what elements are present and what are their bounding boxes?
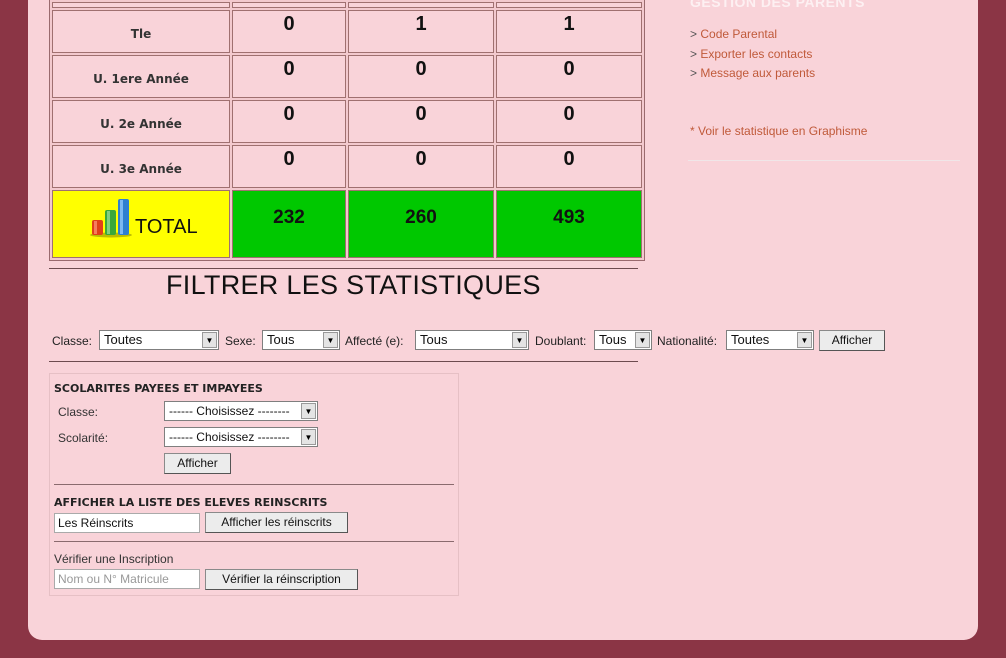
chevron-down-icon: ▼ — [635, 332, 650, 348]
sidebar-link-label: Exporter les contacts — [700, 47, 813, 61]
bar-chart-icon — [90, 199, 132, 238]
total-value: 260 — [348, 190, 494, 258]
doublant-label: Doublant: — [535, 334, 587, 348]
row-label: U. 3e Année — [52, 145, 230, 188]
table-row: U. 2e Année 0 0 0 — [52, 100, 642, 143]
nationalite-label: Nationalité: — [657, 334, 718, 348]
cell-value: 1 — [348, 10, 494, 53]
stats-table: Tle 0 1 1 U. 1ere Année 0 0 0 U. 2e Anné… — [49, 0, 645, 261]
chevron-down-icon: ▼ — [301, 403, 316, 419]
cell-value: 0 — [496, 55, 642, 98]
cell-value: 0 — [232, 10, 346, 53]
doublant-select[interactable]: Tous ▼ — [594, 330, 652, 350]
arrow-icon: > — [690, 27, 698, 41]
total-row: TOTAL 232 260 493 — [52, 190, 642, 258]
chevron-down-icon: ▼ — [301, 429, 316, 445]
table-row — [52, 2, 642, 8]
total-label: TOTAL — [135, 216, 198, 239]
matricule-input[interactable]: Nom ou N° Matricule — [54, 569, 200, 589]
scolarite-classe-select[interactable]: ------ Choisissez -------- ▼ — [164, 401, 318, 421]
filter-submit-button[interactable]: Afficher — [819, 330, 885, 351]
sidebar-link-label: Message aux parents — [700, 66, 816, 80]
sidebar-link-label: Code Parental — [700, 27, 778, 41]
reinscrits-title: AFFICHER LA LISTE DES ELEVES REINSCRITS — [54, 496, 328, 509]
table-row: U. 3e Année 0 0 0 — [52, 145, 642, 188]
sexe-label: Sexe: — [225, 334, 256, 348]
select-value: ------ Choisissez -------- — [169, 404, 290, 418]
chevron-down-icon: ▼ — [797, 332, 812, 348]
cell-value: 0 — [348, 145, 494, 188]
scolarite-submit-button[interactable]: Afficher — [164, 453, 231, 474]
select-value: Tous — [267, 332, 295, 347]
sidebar-link-code-parental[interactable]: > Code Parental — [690, 27, 777, 41]
divider — [49, 361, 638, 362]
scolarite-classe-label: Classe: — [58, 405, 99, 419]
cell-value: 0 — [348, 55, 494, 98]
sidebar-link-graph-stats[interactable]: * Voir le statistique en Graphisme — [690, 124, 867, 138]
verify-reinscription-button[interactable]: Vérifier la réinscription — [205, 569, 358, 590]
arrow-icon: > — [690, 47, 698, 61]
row-label: U. 1ere Année — [52, 55, 230, 98]
divider — [54, 484, 454, 485]
sexe-select[interactable]: Tous ▼ — [262, 330, 340, 350]
show-reinscrits-button[interactable]: Afficher les réinscrits — [205, 512, 348, 533]
nationalite-select[interactable]: Toutes ▼ — [726, 330, 814, 350]
scolarite-type-label: Scolarité: — [58, 431, 109, 445]
divider — [54, 541, 454, 542]
scolarite-title: SCOLARITES PAYEES ET IMPAYEES — [54, 382, 263, 395]
filter-title: FILTRER LES STATISTIQUES — [166, 270, 541, 300]
affecte-select[interactable]: Tous ▼ — [415, 330, 529, 350]
divider — [49, 268, 638, 269]
scolarite-type-select[interactable]: ------ Choisissez -------- ▼ — [164, 427, 318, 447]
cell-value: 1 — [496, 10, 642, 53]
sidebar-divider — [688, 160, 960, 161]
select-value: Tous — [420, 332, 448, 347]
affecte-label: Affecté (e): — [345, 334, 404, 348]
total-value: 493 — [496, 190, 642, 258]
chevron-down-icon: ▼ — [512, 332, 527, 348]
select-value: Toutes — [731, 332, 770, 347]
scolarite-box: SCOLARITES PAYEES ET IMPAYEES Classe: --… — [49, 373, 459, 596]
cell-value: 0 — [348, 100, 494, 143]
select-value: ------ Choisissez -------- — [169, 430, 290, 444]
chevron-down-icon: ▼ — [323, 332, 338, 348]
total-value: 232 — [232, 190, 346, 258]
classe-select[interactable]: Toutes ▼ — [99, 330, 219, 350]
select-value: Toutes — [104, 332, 143, 347]
sidebar-link-export-contacts[interactable]: > Exporter les contacts — [690, 47, 812, 61]
cell-value: 0 — [496, 145, 642, 188]
cell-value: 0 — [232, 55, 346, 98]
cell-value: 0 — [232, 145, 346, 188]
sidebar-link-message-parents[interactable]: > Message aux parents — [690, 66, 815, 80]
verify-title: Vérifier une Inscription — [54, 552, 174, 566]
total-label-cell: TOTAL — [52, 190, 230, 258]
table-row: U. 1ere Année 0 0 0 — [52, 55, 642, 98]
arrow-icon: > — [690, 66, 698, 80]
row-label: U. 2e Année — [52, 100, 230, 143]
table-row: Tle 0 1 1 — [52, 10, 642, 53]
cell-value: 0 — [232, 100, 346, 143]
chevron-down-icon: ▼ — [202, 332, 217, 348]
sidebar-title: GESTION DES PARENTS — [690, 0, 865, 10]
cell-value: 0 — [496, 100, 642, 143]
row-label: Tle — [52, 10, 230, 53]
classe-label: Classe: — [52, 334, 93, 348]
reinscrits-input[interactable]: Les Réinscrits — [54, 513, 200, 533]
select-value: Tous — [599, 332, 627, 347]
